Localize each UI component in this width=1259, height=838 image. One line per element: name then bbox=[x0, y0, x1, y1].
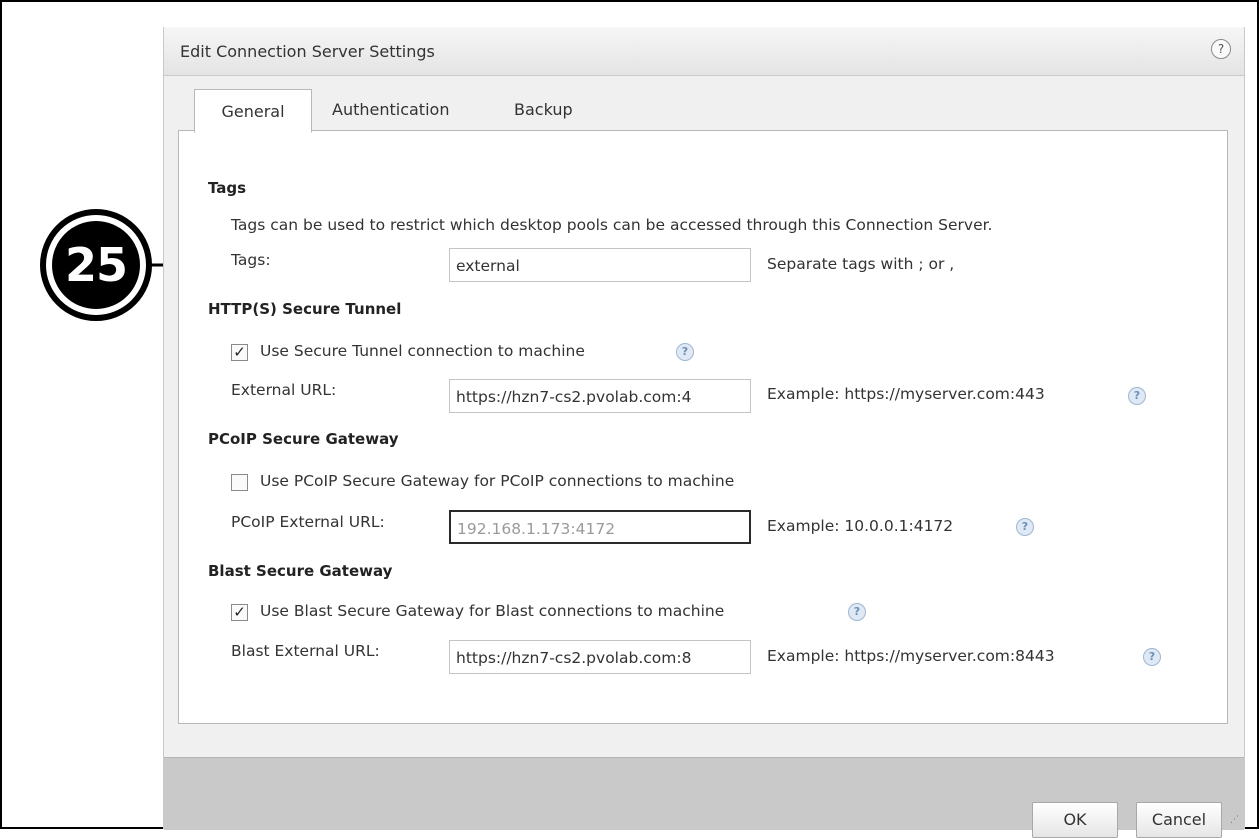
external-url-help-icon[interactable]: ? bbox=[1128, 387, 1146, 405]
dialog-footer: OK Cancel ⋰ bbox=[164, 757, 1244, 838]
dialog-title: Edit Connection Server Settings bbox=[180, 42, 435, 61]
pcoip-url-help-icon[interactable]: ? bbox=[1016, 518, 1034, 536]
external-url-input[interactable]: https://hzn7-cs2.pvolab.com:4 bbox=[449, 379, 751, 413]
secure-tunnel-checkbox-label: Use Secure Tunnel connection to machine bbox=[260, 342, 585, 360]
resize-grip-icon[interactable]: ⋰ bbox=[1230, 816, 1240, 826]
pcoip-checkbox[interactable] bbox=[231, 474, 248, 491]
blast-help-icon[interactable]: ? bbox=[848, 603, 866, 621]
pcoip-url-example: Example: 10.0.0.1:4172 bbox=[767, 517, 954, 535]
callout-badge: 25 bbox=[40, 209, 152, 321]
ok-button[interactable]: OK bbox=[1032, 802, 1118, 838]
pcoip-url-input[interactable]: 192.168.1.173:4172 bbox=[449, 510, 751, 544]
tags-input[interactable]: external bbox=[449, 248, 751, 282]
blast-url-example: Example: https://myserver.com:8443 bbox=[767, 647, 1055, 665]
blast-url-label: Blast External URL: bbox=[231, 642, 380, 660]
blast-url-input[interactable]: https://hzn7-cs2.pvolab.com:8 bbox=[449, 640, 751, 674]
pcoip-checkbox-label: Use PCoIP Secure Gateway for PCoIP conne… bbox=[260, 472, 735, 490]
tab-backup[interactable]: Backup bbox=[514, 90, 573, 130]
dialog-titlebar: Edit Connection Server Settings ? bbox=[164, 27, 1244, 76]
tags-label: Tags: bbox=[231, 251, 271, 269]
tab-authentication[interactable]: Authentication bbox=[332, 90, 449, 130]
external-url-example: Example: https://myserver.com:443 bbox=[767, 385, 1045, 403]
callout-number: 25 bbox=[52, 221, 140, 309]
external-url-label: External URL: bbox=[231, 381, 337, 399]
cancel-button[interactable]: Cancel bbox=[1136, 802, 1222, 838]
secure-tunnel-help-icon[interactable]: ? bbox=[676, 343, 694, 361]
secure-tunnel-checkbox[interactable]: ✓ bbox=[231, 344, 248, 361]
pcoip-heading: PCoIP Secure Gateway bbox=[208, 430, 399, 448]
pcoip-url-label: PCoIP External URL: bbox=[231, 513, 385, 531]
tab-general[interactable]: General bbox=[194, 89, 312, 133]
help-icon[interactable]: ? bbox=[1211, 39, 1231, 59]
blast-url-help-icon[interactable]: ? bbox=[1143, 648, 1161, 666]
tags-heading: Tags bbox=[208, 179, 247, 197]
general-tab-panel: Tags Tags can be used to restrict which … bbox=[178, 130, 1228, 724]
tags-description: Tags can be used to restrict which deskt… bbox=[231, 216, 993, 234]
blast-checkbox[interactable]: ✓ bbox=[231, 604, 248, 621]
blast-checkbox-label: Use Blast Secure Gateway for Blast conne… bbox=[260, 602, 725, 620]
tags-hint: Separate tags with ; or , bbox=[767, 255, 955, 273]
edit-connection-server-dialog: Edit Connection Server Settings ? Genera… bbox=[163, 27, 1245, 838]
secure-tunnel-heading: HTTP(S) Secure Tunnel bbox=[208, 300, 402, 318]
blast-heading: Blast Secure Gateway bbox=[208, 562, 393, 580]
